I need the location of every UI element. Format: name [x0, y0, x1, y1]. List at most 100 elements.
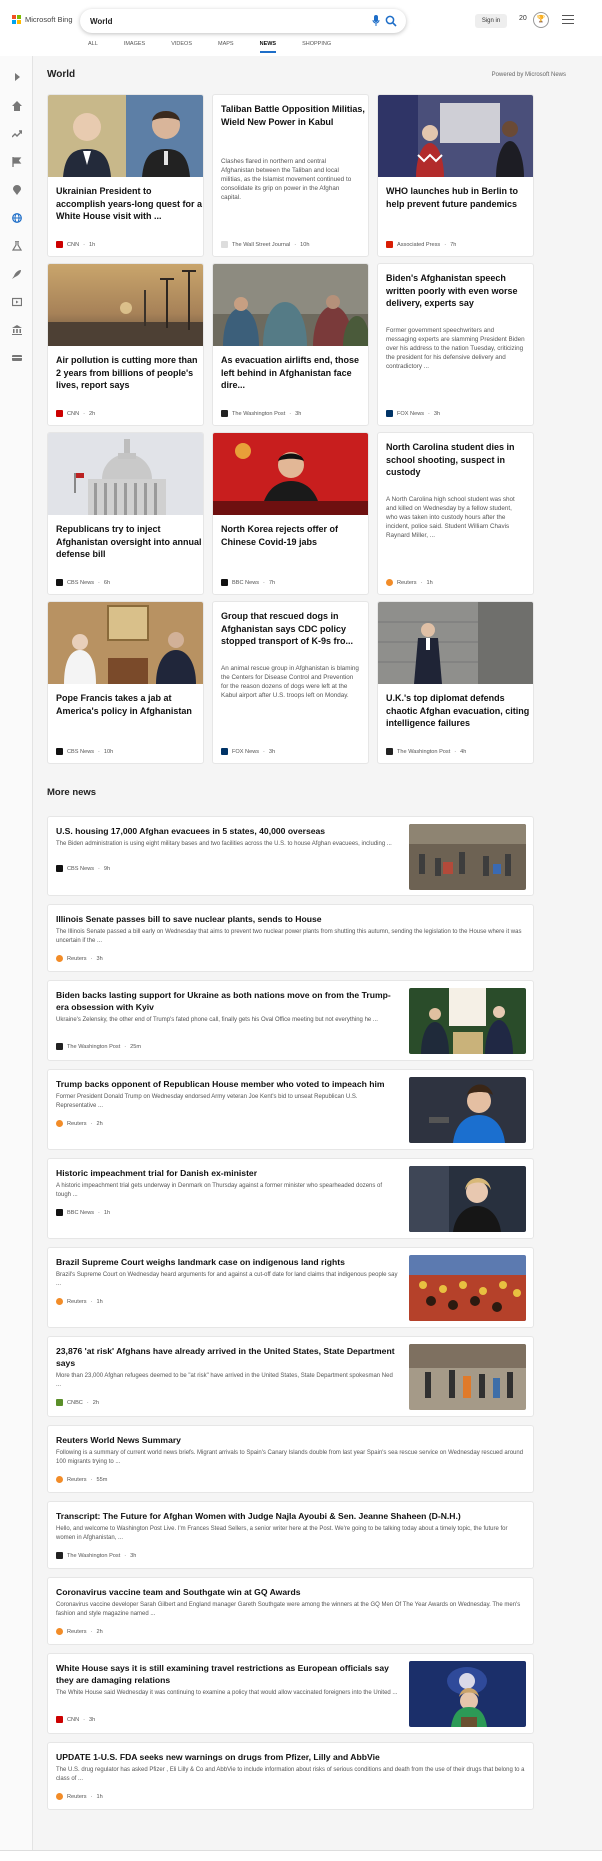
tab-news[interactable]: NEWS — [259, 41, 276, 53]
card-source: Reuters · 1h — [386, 579, 433, 586]
hamburger-menu-icon[interactable] — [562, 15, 574, 25]
item-description: The U.S. drug regulator has asked Pfizer… — [56, 1767, 525, 1782]
item-title[interactable]: Coronavirus vaccine team and Southgate w… — [56, 1586, 525, 1598]
news-card[interactable]: Ukrainian President to accomplish years-… — [47, 94, 204, 257]
item-description: The White House said Wednesday it was co… — [56, 1690, 398, 1696]
item-thumbnail[interactable] — [409, 1661, 526, 1727]
card-title[interactable]: Taliban Battle Opposition Militias, Wiel… — [221, 103, 368, 128]
microphone-icon[interactable] — [372, 15, 380, 27]
location-icon[interactable] — [10, 183, 23, 196]
card-title[interactable]: Pope Francis takes a jab at America's po… — [56, 692, 203, 717]
card-title[interactable]: North Carolina student dies in school sh… — [386, 441, 533, 479]
news-card[interactable]: Air pollution is cutting more than 2 yea… — [47, 263, 204, 426]
item-title[interactable]: U.S. housing 17,000 Afghan evacuees in 5… — [56, 825, 398, 837]
flag-icon[interactable] — [10, 155, 23, 168]
news-list-item[interactable]: UPDATE 1-U.S. FDA seeks new warnings on … — [47, 1742, 534, 1810]
card-title[interactable]: Group that rescued dogs in Afghanistan s… — [221, 610, 368, 648]
news-list-item[interactable]: 23,876 'at risk' Afghans have already ar… — [47, 1336, 534, 1417]
tab-all[interactable]: ALL — [88, 41, 98, 51]
news-card[interactable]: WHO launches hub in Berlin to help preve… — [377, 94, 534, 257]
news-list-item[interactable]: Reuters World News Summary Following is … — [47, 1425, 534, 1493]
tab-maps[interactable]: MAPS — [218, 41, 234, 51]
globe-icon[interactable] — [10, 211, 23, 224]
money-icon[interactable] — [10, 351, 23, 364]
news-card[interactable]: Biden's Afghanistan speech written poorl… — [377, 263, 534, 426]
news-list-item[interactable]: Illinois Senate passes bill to save nucl… — [47, 904, 534, 972]
trending-icon[interactable] — [10, 127, 23, 140]
news-list-item[interactable]: Coronavirus vaccine team and Southgate w… — [47, 1577, 534, 1645]
item-title[interactable]: Biden backs lasting support for Ukraine … — [56, 989, 398, 1013]
home-icon[interactable] — [10, 99, 23, 112]
item-title[interactable]: Trump backs opponent of Republican House… — [56, 1078, 398, 1090]
card-title[interactable]: Republicans try to inject Afghanistan ov… — [56, 523, 203, 561]
item-source: BBC News · 1h — [56, 1209, 110, 1216]
powered-by-label[interactable]: Powered by Microsoft News — [492, 72, 566, 78]
more-news-title: More news — [47, 787, 97, 798]
rewards-trophy-icon[interactable]: 🏆 — [533, 12, 549, 28]
search-box[interactable]: World — [80, 9, 406, 33]
rocket-icon[interactable] — [10, 267, 23, 280]
card-title[interactable]: Air pollution is cutting more than 2 yea… — [56, 354, 203, 392]
card-source: Associated Press · 7h — [386, 241, 456, 248]
news-card[interactable]: Pope Francis takes a jab at America's po… — [47, 601, 204, 764]
card-image-evacuation — [213, 264, 368, 346]
item-thumbnail[interactable] — [409, 988, 526, 1054]
item-thumbnail[interactable] — [409, 824, 526, 890]
card-title[interactable]: As evacuation airlifts end, those left b… — [221, 354, 368, 392]
entertainment-icon[interactable] — [10, 295, 23, 308]
item-thumbnail[interactable] — [409, 1077, 526, 1143]
card-title[interactable]: Biden's Afghanistan speech written poorl… — [386, 272, 533, 310]
ap-logo-icon — [386, 241, 393, 248]
tab-shopping[interactable]: SHOPPING — [302, 41, 331, 51]
item-source: CBS News · 9h — [56, 865, 110, 872]
card-title[interactable]: WHO launches hub in Berlin to help preve… — [386, 185, 533, 210]
card-description: An animal rescue group in Afghanistan is… — [221, 665, 359, 699]
science-icon[interactable] — [10, 239, 23, 252]
item-title[interactable]: Transcript: The Future for Afghan Women … — [56, 1510, 525, 1522]
reuters-logo-icon — [56, 1793, 63, 1800]
card-source: CBS News · 6h — [56, 579, 110, 586]
news-card[interactable]: U.K.'s top diplomat defends chaotic Afgh… — [377, 601, 534, 764]
tab-images[interactable]: IMAGES — [124, 41, 145, 51]
item-title[interactable]: Historic impeachment trial for Danish ex… — [56, 1167, 398, 1179]
news-card[interactable]: North Korea rejects offer of Chinese Cov… — [212, 432, 369, 595]
news-list-item[interactable]: Brazil Supreme Court weighs landmark cas… — [47, 1247, 534, 1328]
fox-news-logo-icon — [221, 748, 228, 755]
item-title[interactable]: 23,876 'at risk' Afghans have already ar… — [56, 1345, 398, 1369]
item-source: CNN · 3h — [56, 1716, 95, 1723]
news-list-item[interactable]: White House says it is still examining t… — [47, 1653, 534, 1734]
reuters-logo-icon — [56, 1298, 63, 1305]
item-title[interactable]: Reuters World News Summary — [56, 1434, 525, 1446]
news-card[interactable]: Republicans try to inject Afghanistan ov… — [47, 432, 204, 595]
news-card[interactable]: As evacuation airlifts end, those left b… — [212, 263, 369, 426]
news-list-item[interactable]: Transcript: The Future for Afghan Women … — [47, 1501, 534, 1569]
item-thumbnail[interactable] — [409, 1344, 526, 1410]
card-source: CNN · 1h — [56, 241, 95, 248]
item-description: More than 23,000 Afghan refugees deemed … — [56, 1373, 393, 1388]
tab-videos[interactable]: VIDEOS — [171, 41, 192, 51]
item-title[interactable]: Brazil Supreme Court weighs landmark cas… — [56, 1256, 398, 1268]
news-list-item[interactable]: Biden backs lasting support for Ukraine … — [47, 980, 534, 1061]
expand-icon[interactable] — [10, 70, 23, 83]
item-thumbnail[interactable] — [409, 1166, 526, 1232]
card-title[interactable]: U.K.'s top diplomat defends chaotic Afgh… — [386, 692, 533, 730]
news-card[interactable]: Group that rescued dogs in Afghanistan s… — [212, 601, 369, 764]
news-list-item[interactable]: Trump backs opponent of Republican House… — [47, 1069, 534, 1150]
search-query[interactable]: World — [90, 17, 113, 26]
item-title[interactable]: White House says it is still examining t… — [56, 1662, 398, 1686]
business-icon[interactable] — [10, 323, 23, 336]
card-title[interactable]: North Korea rejects offer of Chinese Cov… — [221, 523, 368, 548]
news-card[interactable]: Taliban Battle Opposition Militias, Wiel… — [212, 94, 369, 257]
search-icon[interactable] — [385, 15, 397, 27]
bing-logo[interactable]: Microsoft Bing — [12, 15, 73, 24]
news-list-item[interactable]: Historic impeachment trial for Danish ex… — [47, 1158, 534, 1239]
item-title[interactable]: Illinois Senate passes bill to save nucl… — [56, 913, 525, 925]
page-footer — [0, 1850, 602, 1861]
item-thumbnail[interactable] — [409, 1255, 526, 1321]
news-list-item[interactable]: U.S. housing 17,000 Afghan evacuees in 5… — [47, 816, 534, 896]
item-title[interactable]: UPDATE 1-U.S. FDA seeks new warnings on … — [56, 1751, 525, 1763]
sign-in-button[interactable]: Sign in — [475, 14, 507, 28]
rewards-count[interactable]: 20 — [519, 15, 527, 22]
news-card[interactable]: North Carolina student dies in school sh… — [377, 432, 534, 595]
card-title[interactable]: Ukrainian President to accomplish years-… — [56, 185, 203, 223]
